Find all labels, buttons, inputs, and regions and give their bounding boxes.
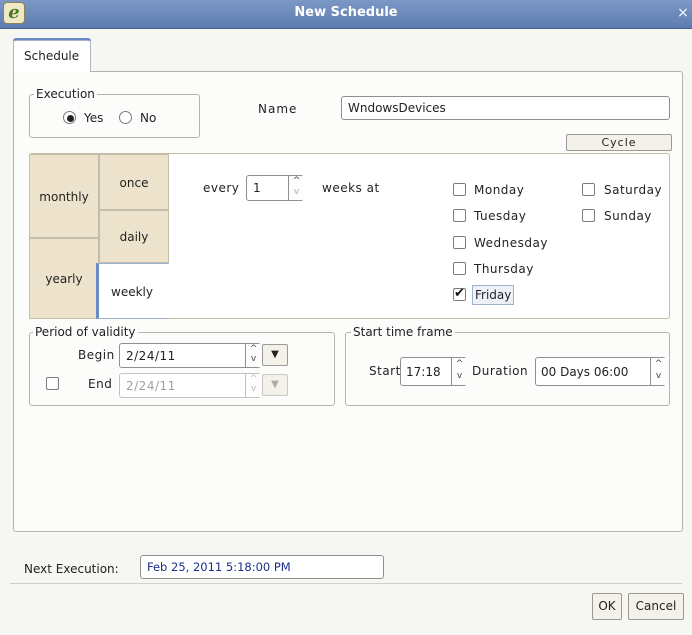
begin-date-value: 2/24/11 bbox=[126, 349, 176, 363]
tab-monthly[interactable]: monthly bbox=[29, 154, 99, 238]
tab-once[interactable]: once bbox=[99, 154, 169, 210]
saturday-label[interactable]: Saturday bbox=[604, 182, 662, 198]
duration-label: Duration bbox=[472, 364, 529, 378]
begin-label: Begin bbox=[78, 348, 115, 362]
monday-checkbox[interactable] bbox=[453, 183, 466, 196]
begin-date-dropdown-button[interactable]: ▼ bbox=[262, 344, 288, 366]
validity-legend: Period of validity bbox=[33, 325, 138, 339]
tab-schedule[interactable]: Schedule bbox=[13, 40, 91, 72]
begin-date-spinner[interactable]: ^ v bbox=[245, 344, 261, 367]
tab-weekly[interactable]: weekly bbox=[96, 263, 169, 319]
every-down-icon[interactable]: v bbox=[289, 188, 304, 200]
friday-checkbox[interactable]: ✔ bbox=[453, 286, 466, 301]
tuesday-label[interactable]: Tuesday bbox=[474, 208, 526, 224]
start-time-spinner[interactable]: ^ v bbox=[451, 358, 467, 385]
duration-value: 00 Days 06:00 bbox=[541, 365, 629, 379]
weeks-at-label: weeks at bbox=[322, 181, 380, 195]
start-down-icon[interactable]: v bbox=[452, 372, 467, 386]
end-label: End bbox=[88, 377, 113, 391]
start-time-input[interactable]: 17:18 ^ v bbox=[400, 357, 467, 386]
duration-input[interactable]: 00 Days 06:00 ^ v bbox=[535, 357, 666, 386]
duration-spinner[interactable]: ^ v bbox=[650, 358, 666, 385]
close-icon[interactable]: × bbox=[674, 0, 692, 29]
tab-daily[interactable]: daily bbox=[99, 210, 169, 263]
start-label: Start bbox=[369, 364, 401, 378]
begin-date-input[interactable]: 2/24/11 ^ v bbox=[119, 343, 261, 368]
every-spinner[interactable]: ^ v bbox=[288, 176, 304, 200]
friday-label[interactable]: Friday bbox=[472, 285, 515, 305]
end-date-input[interactable]: 2/24/11 ^ v bbox=[119, 373, 261, 398]
end-date-spinner[interactable]: ^ v bbox=[245, 374, 261, 397]
start-time-value: 17:18 bbox=[406, 365, 441, 379]
end-date-dropdown-button[interactable]: ▼ bbox=[262, 374, 288, 396]
check-icon: ✔ bbox=[454, 286, 465, 301]
end-date-checkbox[interactable] bbox=[46, 377, 59, 390]
wednesday-label[interactable]: Wednesday bbox=[474, 235, 548, 251]
sunday-label[interactable]: Sunday bbox=[604, 208, 652, 224]
duration-down-icon[interactable]: v bbox=[651, 372, 666, 386]
tuesday-checkbox[interactable] bbox=[453, 209, 466, 222]
execution-no-radio[interactable] bbox=[119, 111, 132, 124]
cancel-button[interactable]: Cancel bbox=[628, 593, 684, 620]
execution-yes-radio[interactable] bbox=[63, 111, 76, 124]
execution-yes-label[interactable]: Yes bbox=[84, 110, 103, 126]
begin-down-icon[interactable]: v bbox=[246, 355, 261, 367]
every-input[interactable]: 1 ^ v bbox=[246, 175, 304, 201]
tab-yearly[interactable]: yearly bbox=[29, 238, 99, 319]
wednesday-checkbox[interactable] bbox=[453, 236, 466, 249]
saturday-checkbox[interactable] bbox=[582, 183, 595, 196]
end-date-value: 2/24/11 bbox=[126, 379, 176, 393]
cycle-label: Cycle bbox=[566, 134, 672, 151]
next-execution-field: Feb 25, 2011 5:18:00 PM bbox=[140, 555, 384, 579]
name-label: Name bbox=[258, 102, 298, 116]
thursday-checkbox[interactable] bbox=[453, 262, 466, 275]
execution-legend: Execution bbox=[34, 87, 97, 101]
every-value: 1 bbox=[253, 181, 261, 195]
next-execution-label: Next Execution: bbox=[24, 562, 119, 576]
every-label: every bbox=[203, 181, 240, 195]
footer-separator bbox=[10, 583, 682, 584]
monday-label[interactable]: Monday bbox=[474, 182, 524, 198]
execution-no-label[interactable]: No bbox=[140, 110, 156, 126]
ok-button[interactable]: OK bbox=[592, 593, 622, 620]
end-down-icon[interactable]: v bbox=[246, 385, 261, 397]
start-time-frame-legend: Start time frame bbox=[351, 325, 455, 339]
sunday-checkbox[interactable] bbox=[582, 209, 595, 222]
thursday-label[interactable]: Thursday bbox=[474, 261, 534, 277]
name-input[interactable]: WndowsDevices bbox=[341, 96, 670, 120]
window-title: New Schedule bbox=[294, 5, 398, 20]
